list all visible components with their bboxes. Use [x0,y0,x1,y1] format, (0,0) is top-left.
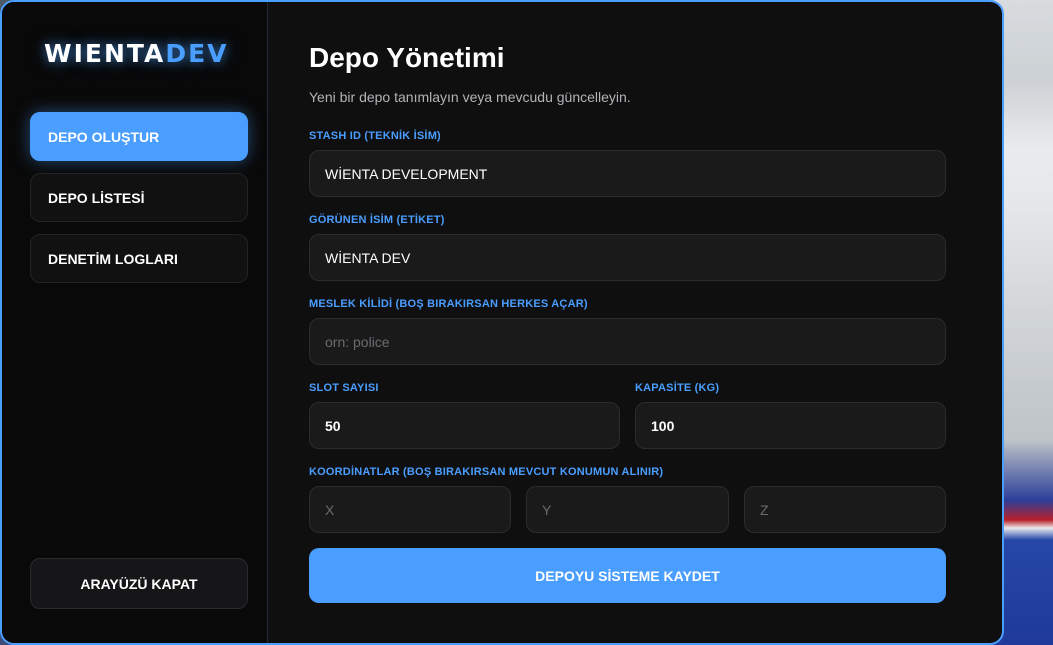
job-lock-label: MESLEK KİLİDİ (BOŞ BIRAKIRSAN HERKES AÇA… [309,298,588,310]
sidebar-item-label: DENETİM LOGLARI [48,250,178,267]
sidebar: WIENTADEV DEPO OLUŞTUR DEPO LİSTESİ DENE… [2,2,268,643]
brand-logo-accent: DEV [165,39,229,68]
stash-id-label: STASH ID (TEKNİK İSİM) [309,130,441,142]
slot-count-input[interactable] [309,402,620,449]
coord-y-input[interactable] [526,486,729,533]
coord-z-input[interactable] [744,486,946,533]
page-title: Depo Yönetimi [309,42,505,73]
sidebar-item-label: DEPO OLUŞTUR [48,128,160,145]
page-subtitle: Yeni bir depo tanımlayın veya mevcudu gü… [309,89,631,105]
main-panel: Depo Yönetimi Yeni bir depo tanımlayın v… [268,2,1002,643]
coord-x-input[interactable] [309,486,511,533]
job-lock-input[interactable] [309,318,946,365]
stash-manager-window: WIENTADEV DEPO OLUŞTUR DEPO LİSTESİ DENE… [0,0,1004,645]
stash-id-input[interactable] [309,150,946,197]
display-name-input[interactable] [309,234,946,281]
save-stash-button[interactable]: DEPOYU SİSTEME KAYDET [309,548,946,603]
coordinates-label: KOORDİNATLAR (BOŞ BIRAKIRSAN MEVCUT KONU… [309,466,664,478]
slot-count-label: SLOT SAYISI [309,382,379,394]
sidebar-item-stash-list[interactable]: DEPO LİSTESİ [30,173,248,222]
display-name-label: GÖRÜNEN İSİM (ETİKET) [309,214,445,226]
sidebar-item-create-stash[interactable]: DEPO OLUŞTUR [30,112,248,161]
sidebar-item-label: DEPO LİSTESİ [48,189,145,206]
close-interface-button[interactable]: ARAYÜZÜ KAPAT [30,558,248,609]
capacity-input[interactable] [635,402,946,449]
brand-logo: WIENTADEV [44,39,229,68]
capacity-label: KAPASİTE (KG) [635,382,720,394]
sidebar-item-audit-logs[interactable]: DENETİM LOGLARI [30,234,248,283]
brand-logo-primary: WIENTA [44,39,166,68]
